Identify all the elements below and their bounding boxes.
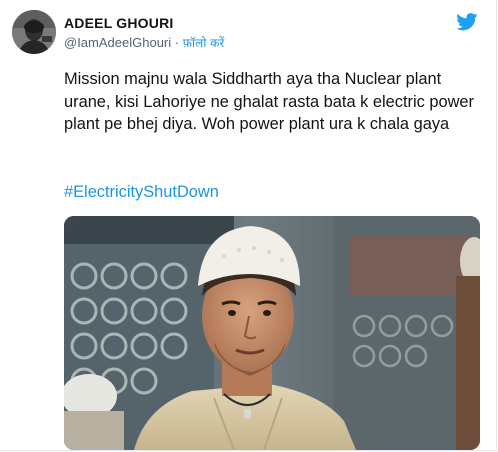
tweet-media-image[interactable] (64, 216, 480, 450)
author-handle[interactable]: @IamAdeelGhouri (64, 35, 171, 50)
author-name[interactable]: ADEEL GHOURI (64, 15, 174, 31)
tweet-text: Mission majnu wala Siddharth aya tha Nuc… (64, 70, 474, 133)
twitter-bird-icon[interactable] (456, 13, 478, 31)
avatar[interactable] (12, 10, 56, 54)
avatar-image (12, 10, 56, 54)
media-photo (64, 216, 480, 450)
handle-line: @IamAdeelGhouri · फ़ॉलो करें (64, 34, 224, 51)
follow-link[interactable]: फ़ॉलो करें (183, 36, 225, 50)
tweet-card: ADEEL GHOURI @IamAdeelGhouri · फ़ॉलो करे… (0, 0, 497, 451)
hashtag-link[interactable]: #ElectricityShutDown (64, 183, 219, 202)
separator-dot: · (174, 35, 180, 50)
